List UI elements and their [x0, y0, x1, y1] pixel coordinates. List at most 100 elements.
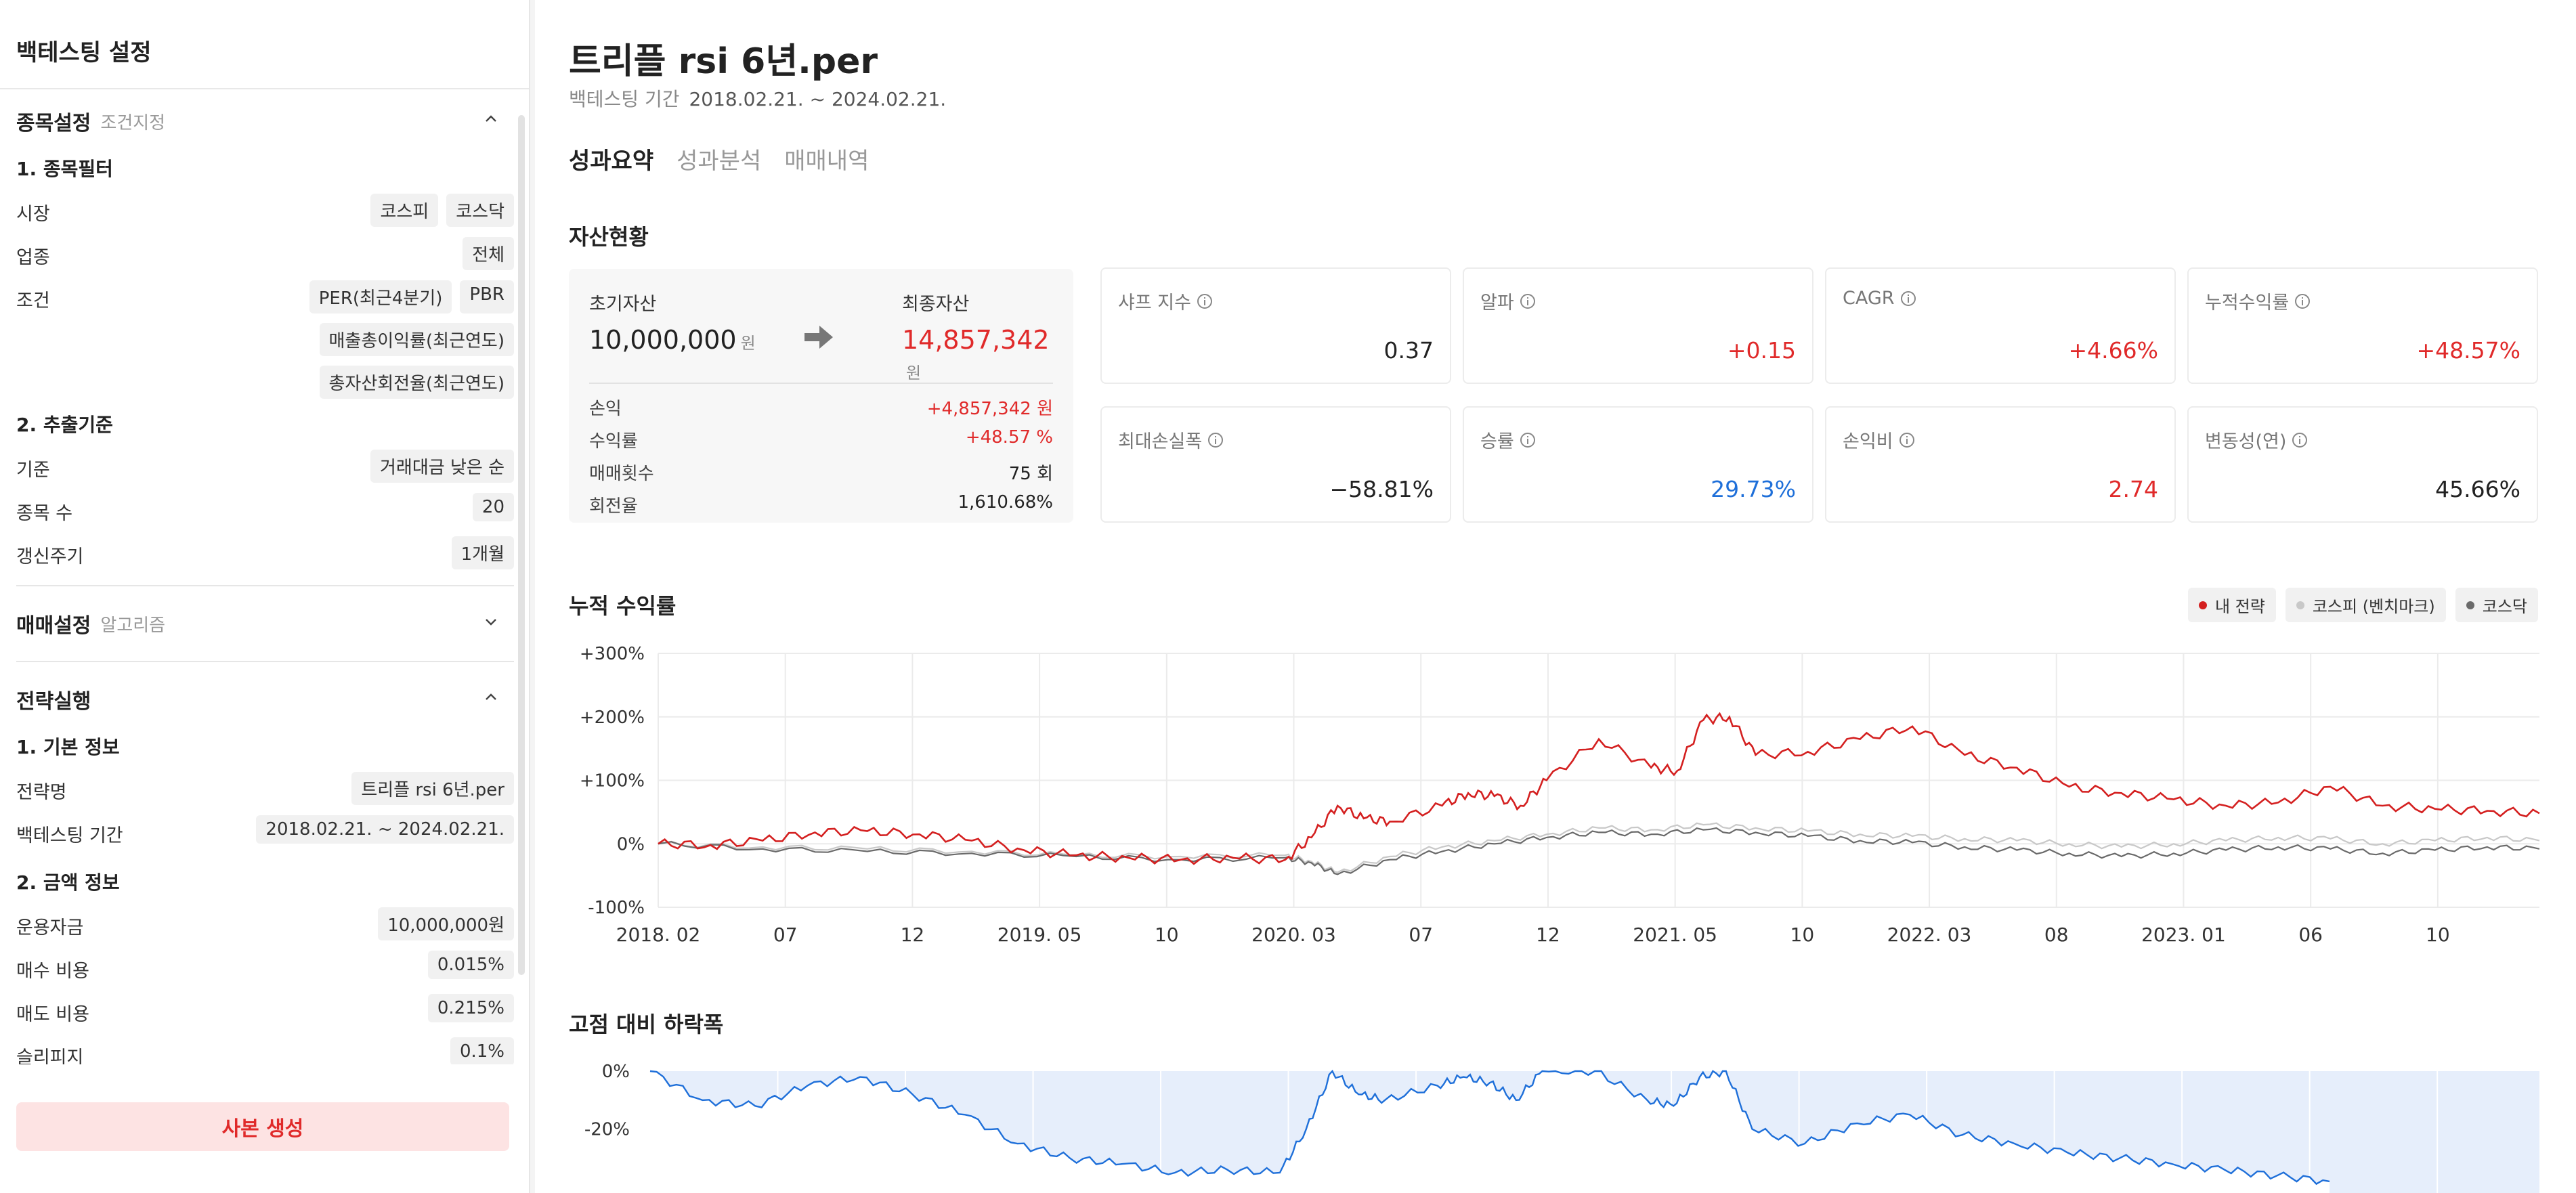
- asset-title: 자산현황: [569, 224, 649, 250]
- info-icon[interactable]: [1197, 293, 1213, 309]
- tab-trades[interactable]: 매매내역: [784, 142, 869, 175]
- tab-bar: 성과요약 성과분석 매매내역: [569, 142, 869, 175]
- legend-kosdaq[interactable]: 코스닥: [2455, 588, 2538, 622]
- chip-condition: 총자산회전율(최근연도): [319, 366, 514, 399]
- info-icon[interactable]: [1520, 432, 1536, 448]
- chip-industry: 전체: [463, 237, 514, 270]
- legend-strategy[interactable]: 내 전략: [2187, 588, 2276, 622]
- info-icon[interactable]: [2294, 293, 2311, 309]
- chip-kosdaq: 코스닥: [446, 194, 514, 227]
- asset-summary-box: 초기자산 10,000,000 원 최종자산 14,857,342원 손익 +4,8…: [569, 269, 1073, 523]
- section-stock-settings-header[interactable]: 종목설정 조건지정: [16, 89, 514, 153]
- trade-count-value: 75 회: [1008, 464, 1053, 484]
- final-label: 최종자산: [902, 294, 970, 315]
- chevron-up-icon[interactable]: [484, 691, 498, 704]
- drawdown-title: 고점 대비 하락폭: [569, 1012, 724, 1037]
- y-tick-label: -100%: [588, 898, 645, 918]
- arrow-right-icon: [804, 326, 833, 349]
- metric-value: +4.66%: [2068, 337, 2158, 364]
- period-label: 백테스팅 기간: [16, 825, 123, 846]
- sell-cost-row: 매도 비용 0.215%: [16, 994, 514, 1037]
- x-tick-label: 08: [2044, 924, 2069, 946]
- cycle-label: 갱신주기: [16, 546, 84, 567]
- legend-label: 내 전략: [2214, 597, 2265, 616]
- chevron-up-icon[interactable]: [484, 112, 498, 126]
- metric-label: 알파: [1480, 292, 1514, 313]
- chip-condition: 매출총이익률(최근연도): [319, 323, 514, 356]
- return-label: 수익률: [589, 431, 638, 452]
- trade-count-label: 매매횟수: [589, 464, 654, 484]
- chart-legend: 내 전략 코스피 (벤치마크) 코스닥: [2187, 588, 2538, 622]
- cum-return-title: 누적 수익률: [569, 593, 677, 619]
- series-line-strategy: [658, 712, 2540, 865]
- info-icon[interactable]: [1207, 432, 1224, 448]
- x-tick-label: 06: [2298, 924, 2323, 946]
- buy-cost-row: 매수 비용 0.015%: [16, 951, 514, 994]
- copy-button[interactable]: 사본 생성: [16, 1102, 509, 1151]
- period-label: 백테스팅 기간: [569, 88, 680, 110]
- divider: [16, 585, 514, 586]
- section-trade-settings-header[interactable]: 매매설정 알고리즘: [16, 592, 514, 655]
- scrollbar[interactable]: [518, 115, 525, 975]
- info-icon[interactable]: [1900, 290, 1916, 307]
- metric-value: −58.81%: [1329, 476, 1434, 502]
- initial-label: 초기자산: [589, 294, 657, 315]
- return-value: +48.57 %: [965, 427, 1053, 448]
- x-tick-label: 12: [901, 924, 925, 946]
- condition-row: 조건 PER(최근4분기) PBR 매출총이익률(최근연도) 총자산회전율(최근…: [16, 280, 514, 409]
- metric-label: 변동성(연): [2205, 431, 2287, 452]
- metric-card-sharpe: 샤프 지수 0.37: [1100, 267, 1451, 384]
- tab-summary[interactable]: 성과요약: [569, 142, 653, 175]
- market-row: 시장 코스피 코스닥: [16, 194, 514, 237]
- chip-condition: PBR: [460, 280, 514, 313]
- chip-period: 2018.02.21. ~ 2024.02.21.: [256, 815, 514, 844]
- metric-card-pl-ratio: 손익비 2.74: [1825, 406, 2176, 523]
- sidebar-scroll-area[interactable]: 종목설정 조건지정 1. 종목필터 시장 코스피 코스닥 업종 전체 조건 PE…: [0, 89, 530, 1064]
- basis-row: 기준 거래대금 낮은 순: [16, 450, 514, 493]
- section-run-header[interactable]: 전략실행: [16, 668, 514, 731]
- metric-label: 누적수익률: [2205, 292, 2290, 313]
- section-title: 전략실행: [16, 690, 91, 714]
- info-icon[interactable]: [2292, 432, 2308, 448]
- sidebar: 백테스팅 설정 종목설정 조건지정 1. 종목필터 시장 코스피 코스닥 업종 …: [0, 0, 530, 1193]
- y-tick-label: 0%: [602, 1062, 630, 1082]
- group-amount-info: 2. 금액 정보: [16, 871, 120, 894]
- group-stock-filter: 1. 종목필터: [16, 158, 113, 180]
- y-tick-label: +100%: [580, 771, 645, 791]
- y-tick-label: -20%: [584, 1120, 630, 1140]
- series-line-kospi: [658, 822, 2540, 873]
- info-icon[interactable]: [1899, 432, 1915, 448]
- main-panel: 트리플 rsi 6년.per 백테스팅 기간 2018.02.21. ~ 2024…: [535, 0, 2576, 1193]
- y-tick-label: +200%: [580, 708, 645, 728]
- strategy-name-label: 전략명: [16, 782, 67, 803]
- x-tick-label: 2019. 05: [997, 924, 1082, 946]
- x-tick-label: 2023. 01: [2141, 924, 2226, 946]
- basis-label: 기준: [16, 460, 50, 481]
- metric-label: 승률: [1480, 431, 1514, 452]
- buy-cost-label: 매수 비용: [16, 961, 89, 982]
- metric-label: 샤프 지수: [1118, 292, 1191, 313]
- legend-kospi[interactable]: 코스피 (벤치마크): [2285, 588, 2446, 622]
- section-subtitle: 조건지정: [100, 112, 166, 133]
- final-unit: 원: [906, 364, 922, 383]
- metric-value: +48.57%: [2416, 337, 2520, 364]
- turnover-label: 회전율: [589, 496, 638, 517]
- chip-strategy-name: 트리플 rsi 6년.per: [351, 772, 514, 805]
- chevron-down-icon[interactable]: [484, 615, 498, 628]
- final-asset: 최종자산 14,857,342 원: [902, 289, 1053, 385]
- metric-card-cagr: CAGR +4.66%: [1825, 267, 2176, 384]
- backtest-period: 백테스팅 기간 2018.02.21. ~ 2024.02.21.: [569, 85, 946, 112]
- tab-analysis[interactable]: 성과분석: [677, 142, 761, 175]
- info-icon[interactable]: [1520, 293, 1536, 309]
- final-value: 14,857,342: [902, 325, 1050, 355]
- metric-card-alpha: 알파 +0.15: [1463, 267, 1813, 384]
- cycle-row: 갱신주기 1개월: [16, 536, 514, 580]
- initial-asset: 초기자산 10,000,000 원: [589, 289, 756, 355]
- count-row: 종목 수 20: [16, 493, 514, 536]
- turnover-row: 회전율 1,610.68%: [589, 492, 1053, 525]
- slippage-row: 슬리피지 0.1%: [16, 1037, 514, 1064]
- pnl-label: 손익: [589, 399, 622, 419]
- chip-slippage: 0.1%: [450, 1037, 514, 1064]
- group-basic-info: 1. 기본 정보: [16, 736, 120, 758]
- metric-card-win-rate: 승률 29.73%: [1463, 406, 1813, 523]
